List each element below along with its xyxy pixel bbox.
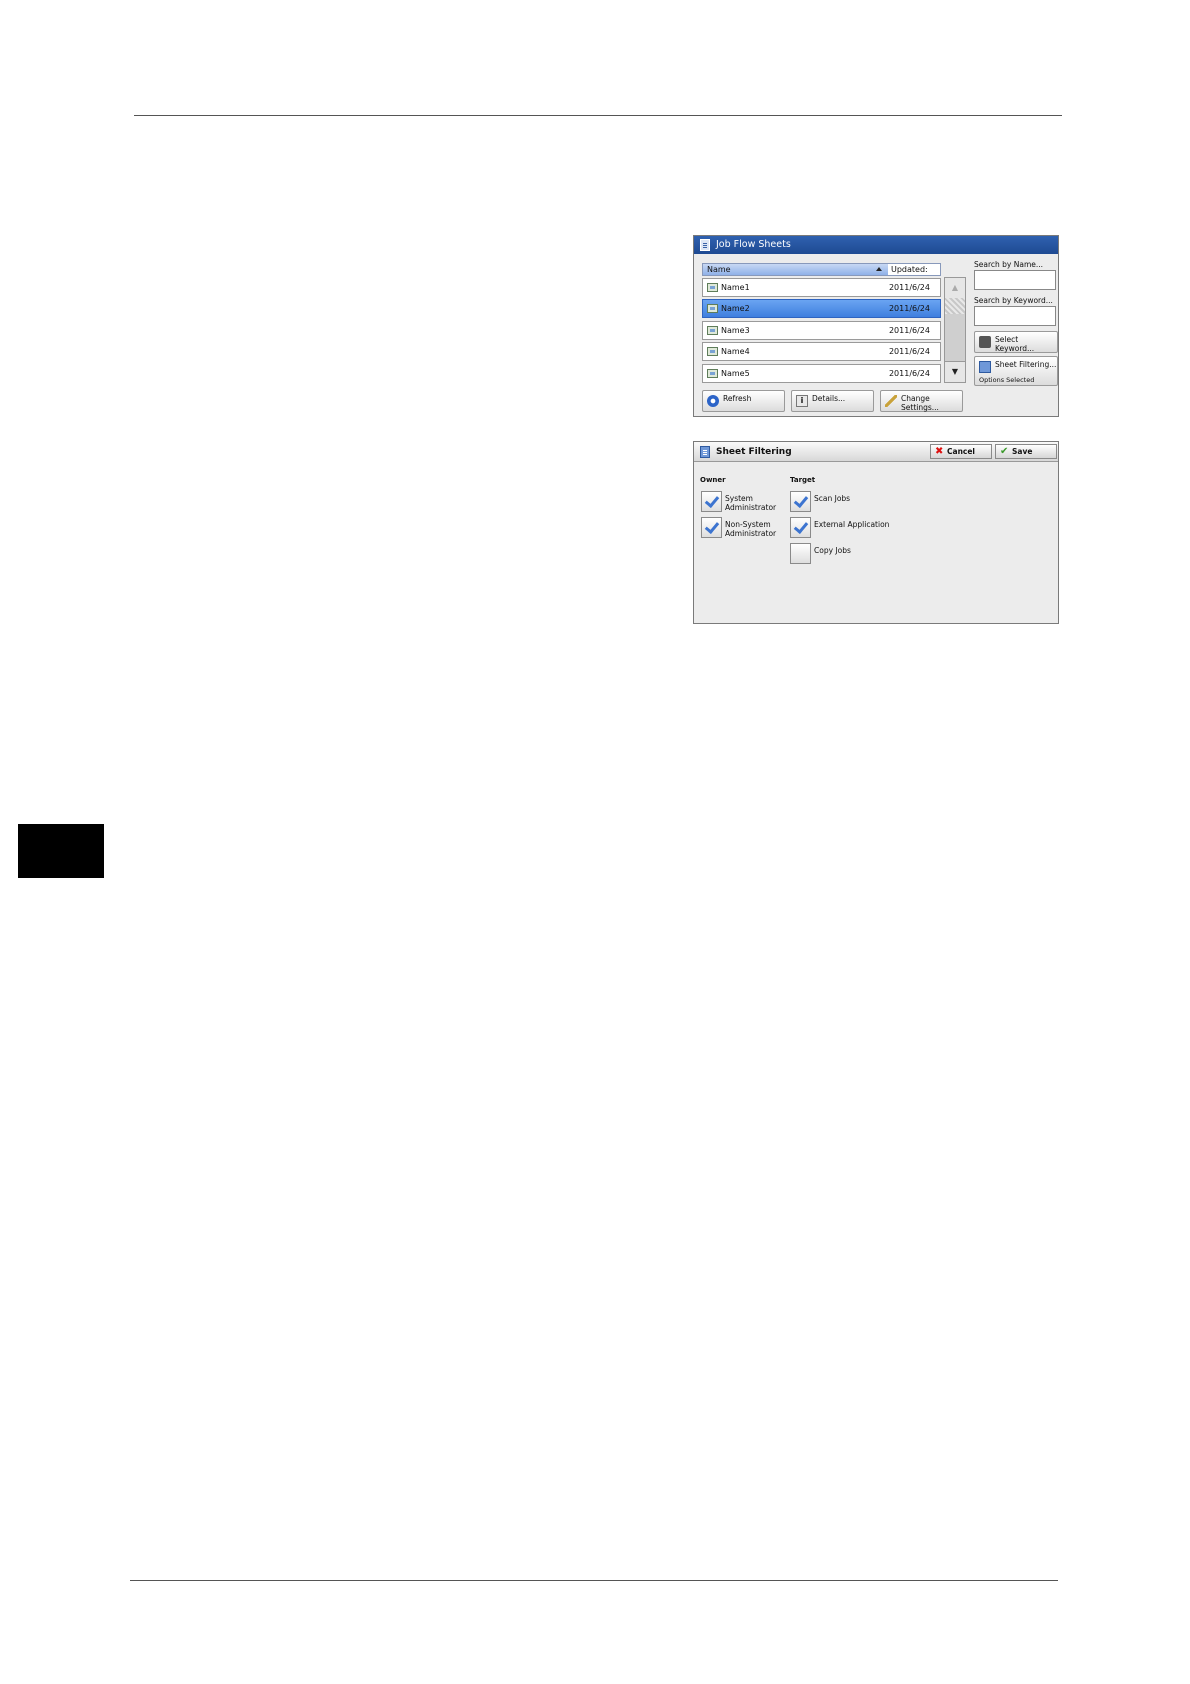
change-settings-button[interactable]: Change Settings... [880, 390, 963, 412]
row-date: 2011/6/24 [888, 369, 930, 378]
sheet-filtering-screen: Sheet Filtering ✖ Cancel ✔ Save Owner Ta… [693, 441, 1059, 624]
scroll-up-arrow-icon[interactable]: ▲ [945, 278, 965, 298]
job-flow-sheets-titlebar: Job Flow Sheets [694, 236, 1058, 254]
row-name: Name5 [721, 369, 750, 378]
list-scrollbar[interactable]: ▲ ▼ [944, 277, 966, 383]
refresh-icon [707, 395, 719, 407]
name-column-header[interactable]: Name [703, 264, 888, 275]
binoculars-icon [979, 336, 991, 348]
sort-ascending-icon [876, 267, 882, 271]
footer-rule [130, 1580, 1058, 1581]
search-by-name-input[interactable] [974, 270, 1056, 290]
scan-jobs-label: Scan Jobs [814, 494, 851, 503]
owner-group-label: Owner [700, 476, 726, 484]
target-group-label: Target [790, 476, 816, 484]
copy-jobs-label: Copy Jobs [814, 546, 851, 555]
row-date: 2011/6/24 [888, 326, 930, 335]
sheet-filtering-titlebar: Sheet Filtering ✖ Cancel ✔ Save [694, 442, 1058, 462]
save-button[interactable]: ✔ Save [995, 444, 1057, 459]
job-flow-sheets-screen: Job Flow Sheets Name Updated: Name1 2011… [693, 235, 1059, 417]
row-date: 2011/6/24 [888, 347, 930, 356]
external-application-label: External Application [814, 520, 890, 529]
non-system-administrator-label: Non-System Administrator [725, 520, 777, 538]
sheet-filtering-status: Options Selected [979, 376, 1035, 384]
search-by-name-label: Search by Name... [974, 260, 1044, 269]
row-name: Name3 [721, 326, 750, 335]
sheet-filtering-button[interactable]: Sheet Filtering... Options Selected [974, 356, 1058, 386]
job-flow-sheet-icon [707, 369, 718, 378]
system-administrator-checkbox[interactable] [701, 491, 722, 512]
scan-jobs-checkbox[interactable] [790, 491, 811, 512]
scroll-thumb[interactable] [945, 298, 965, 314]
job-flow-sheets-title: Job Flow Sheets [716, 239, 791, 250]
list-header: Name Updated: [702, 263, 941, 276]
magic-wand-icon [885, 395, 897, 407]
row-name: Name4 [721, 347, 750, 356]
chapter-tab [18, 824, 104, 878]
cancel-button[interactable]: ✖ Cancel [930, 444, 992, 459]
sheet-filter-icon [700, 446, 710, 458]
refresh-button[interactable]: Refresh [702, 390, 785, 412]
job-flow-sheet-icon [700, 239, 710, 251]
search-by-keyword-input[interactable] [974, 306, 1056, 326]
details-button[interactable]: i Details... [791, 390, 874, 412]
job-flow-sheet-icon [707, 347, 718, 356]
row-date: 2011/6/24 [888, 304, 930, 313]
header-rule [134, 115, 1062, 116]
select-keyword-button[interactable]: Select Keyword... [974, 331, 1058, 353]
job-flow-sheet-icon [707, 326, 718, 335]
job-flow-sheet-icon [707, 283, 718, 292]
system-administrator-label: System Administrator [725, 494, 777, 512]
sheet-filter-icon [979, 361, 991, 373]
info-icon: i [796, 395, 808, 407]
list-item[interactable]: Name3 2011/6/24 [702, 321, 941, 340]
close-icon: ✖ [935, 446, 944, 457]
updated-column-header[interactable]: Updated: [891, 264, 928, 275]
scroll-down-arrow-icon[interactable]: ▼ [945, 361, 965, 382]
list-item[interactable]: Name4 2011/6/24 [702, 342, 941, 361]
non-system-administrator-checkbox[interactable] [701, 517, 722, 538]
copy-jobs-checkbox[interactable] [790, 543, 811, 564]
search-by-keyword-label: Search by Keyword... [974, 296, 1053, 305]
row-date: 2011/6/24 [888, 283, 930, 292]
job-flow-sheet-icon [707, 304, 718, 313]
list-item[interactable]: Name2 2011/6/24 [702, 299, 941, 318]
external-application-checkbox[interactable] [790, 517, 811, 538]
list-item[interactable]: Name5 2011/6/24 [702, 364, 941, 383]
list-item[interactable]: Name1 2011/6/24 [702, 278, 941, 297]
sheet-filtering-title: Sheet Filtering [716, 447, 792, 457]
checkmark-icon: ✔ [1000, 446, 1009, 457]
row-name: Name1 [721, 283, 750, 292]
row-name: Name2 [721, 304, 750, 313]
